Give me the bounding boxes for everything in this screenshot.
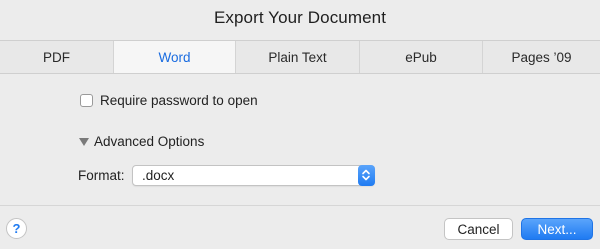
tab-pages-09[interactable]: Pages ’09 <box>483 41 600 73</box>
format-select[interactable]: .docx <box>132 165 375 186</box>
next-button[interactable]: Next... <box>521 218 593 240</box>
advanced-options-disclosure[interactable]: Advanced Options <box>79 134 204 149</box>
disclosure-triangle-icon[interactable] <box>79 137 89 146</box>
select-stepper-icon[interactable] <box>358 165 375 186</box>
require-password-checkbox[interactable] <box>80 94 93 107</box>
advanced-options-label[interactable]: Advanced Options <box>94 134 204 149</box>
export-dialog: Export Your Document PDF Word Plain Text… <box>0 0 600 249</box>
format-label: Format: <box>78 168 125 183</box>
footer-divider <box>0 205 600 206</box>
help-button[interactable]: ? <box>6 218 27 239</box>
tab-word[interactable]: Word <box>114 41 236 73</box>
dialog-title: Export Your Document <box>213 8 387 27</box>
tab-pdf[interactable]: PDF <box>0 41 114 73</box>
cancel-button[interactable]: Cancel <box>444 218 513 240</box>
require-password-option[interactable]: Require password to open <box>80 93 258 108</box>
format-tab-bar: PDF Word Plain Text ePub Pages ’09 <box>0 40 600 74</box>
tab-plain-text[interactable]: Plain Text <box>236 41 360 73</box>
tab-epub[interactable]: ePub <box>360 41 483 73</box>
format-select-value: .docx <box>142 168 175 183</box>
require-password-label[interactable]: Require password to open <box>100 93 258 108</box>
